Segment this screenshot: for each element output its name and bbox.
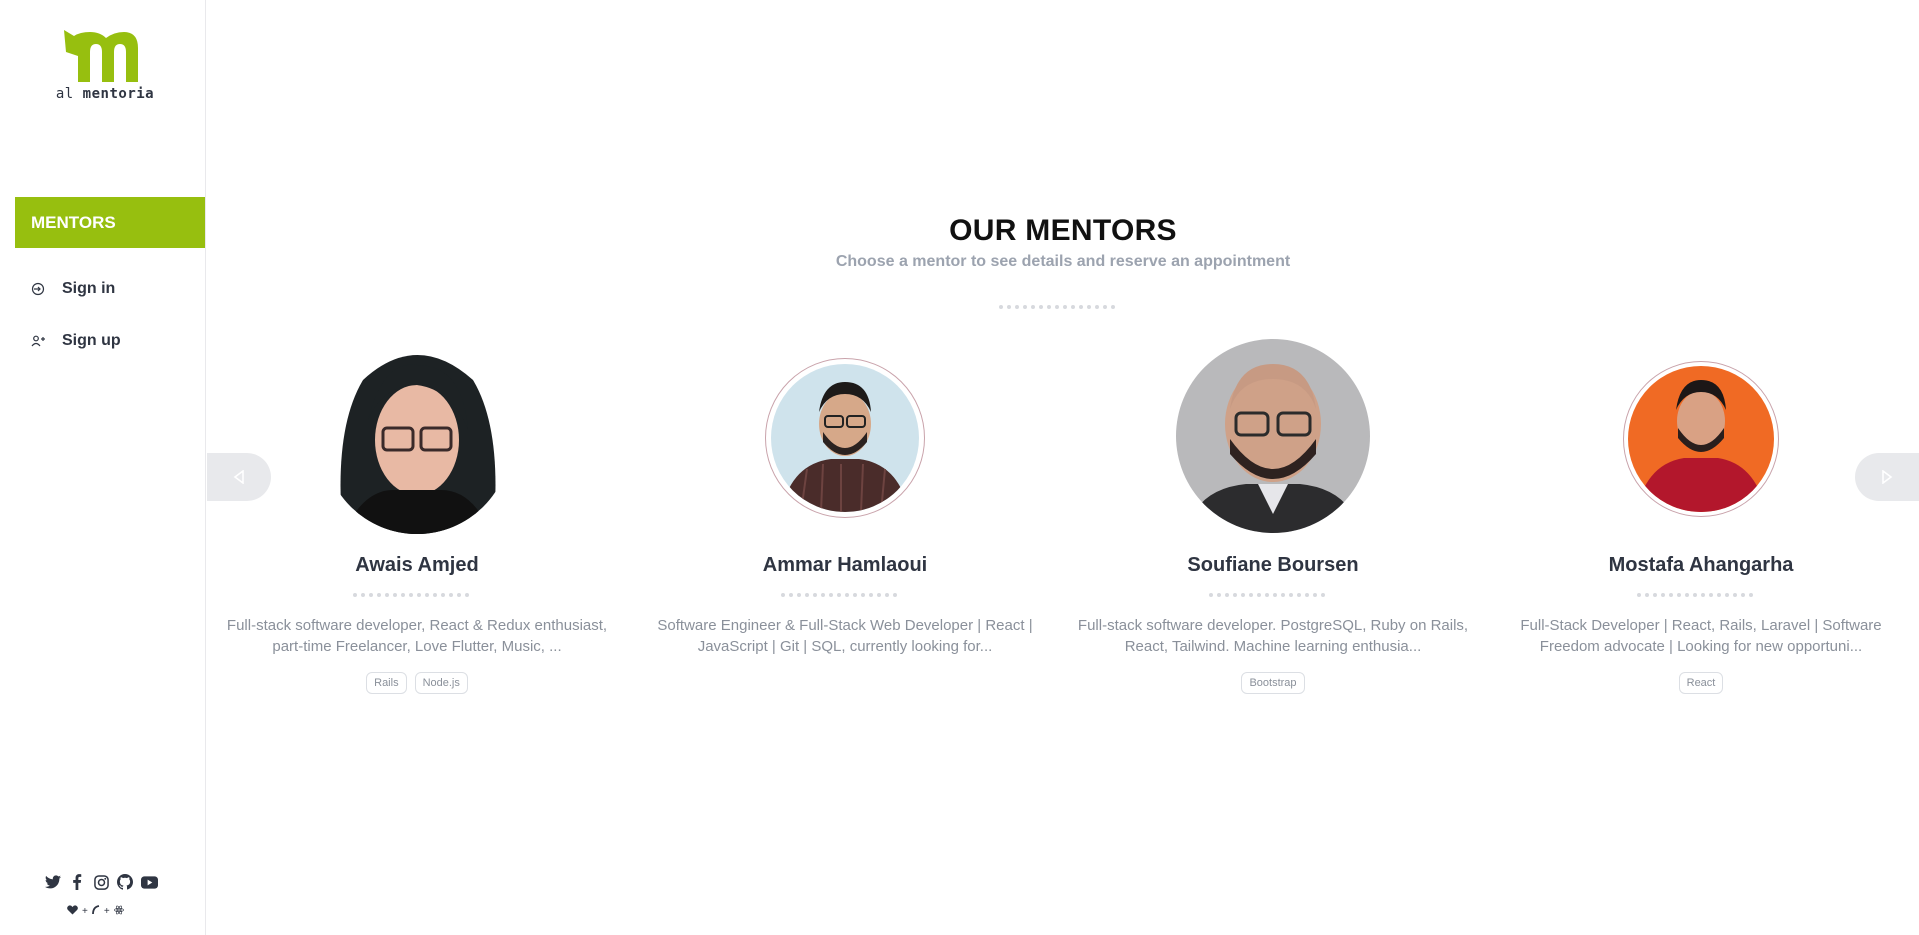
- mentor-bio: Full-Stack Developer | React, Rails, Lar…: [1520, 617, 1882, 655]
- page-title: OUR MENTORS: [949, 214, 1177, 247]
- mentor-card[interactable]: Awais Amjed Full-stack software develope…: [207, 340, 627, 694]
- mentor-tags: Bootstrap: [1063, 672, 1483, 694]
- skill-tag: Rails: [366, 672, 407, 694]
- mentor-divider: [781, 593, 897, 597]
- mentor-bio: Full-stack software developer, React & R…: [226, 617, 608, 655]
- mentor-name[interactable]: Soufiane Boursen: [1063, 554, 1483, 577]
- skill-tag: Bootstrap: [1241, 672, 1305, 694]
- logo[interactable]: al mentoria: [50, 26, 160, 110]
- page-subtitle: Choose a mentor to see details and reser…: [835, 253, 1291, 270]
- logo-text: al mentoria: [50, 86, 160, 102]
- social-links: [44, 873, 158, 891]
- mentor-divider: [353, 593, 469, 597]
- user-plus-icon: [30, 333, 46, 349]
- nav-item-sign-up[interactable]: Sign up: [30, 326, 200, 356]
- logo-prefix: al: [55, 86, 74, 102]
- nav-item-mentors[interactable]: MENTORS: [15, 197, 205, 248]
- mentor-name[interactable]: Mostafa Ahangarha: [1491, 554, 1911, 577]
- logo-mark-icon: [64, 30, 138, 82]
- mentor-card[interactable]: Mostafa Ahangarha Full-Stack Developer |…: [1491, 340, 1911, 694]
- twitter-icon[interactable]: [44, 873, 62, 891]
- skill-tag: Node.js: [414, 672, 468, 694]
- mentor-bio: Software Engineer & Full-Stack Web Devel…: [657, 617, 1033, 655]
- mentor-avatar[interactable]: [1623, 361, 1779, 517]
- heart-icon: [67, 905, 78, 918]
- nav-item-mentors-label: MENTORS: [31, 212, 116, 232]
- mentor-name[interactable]: Ammar Hamlaoui: [635, 554, 1055, 577]
- logo-name: mentoria: [82, 86, 155, 102]
- facebook-icon[interactable]: [68, 873, 86, 891]
- mentor-bio: Full-stack software developer. PostgreSQ…: [1077, 617, 1469, 655]
- nav-item-sign-in-label: Sign in: [62, 280, 116, 297]
- mentor-card[interactable]: Soufiane Boursen Full-stack software dev…: [1063, 339, 1483, 694]
- nav-item-sign-in[interactable]: Sign in: [30, 274, 200, 304]
- mentor-avatar[interactable]: [1176, 339, 1370, 533]
- plus-icon: +: [82, 906, 88, 917]
- mentor-tags: Rails Node.js: [207, 672, 627, 694]
- mentor-divider: [1209, 593, 1325, 597]
- main-content: OUR MENTORS Choose a mentor to see detai…: [207, 0, 1919, 935]
- react-icon: [113, 905, 124, 918]
- mentor-card[interactable]: Ammar Hamlaoui Software Engineer & Full-…: [635, 340, 1055, 655]
- instagram-icon[interactable]: [92, 873, 110, 891]
- skill-tag: React: [1678, 672, 1724, 694]
- mentor-avatar[interactable]: [323, 340, 511, 534]
- mentor-name[interactable]: Awais Amjed: [207, 554, 627, 577]
- github-icon[interactable]: [116, 873, 134, 891]
- mentor-tags: React: [1491, 672, 1911, 694]
- plus-icon: +: [103, 906, 110, 917]
- title-divider: [999, 305, 1115, 309]
- mentor-avatar[interactable]: [765, 358, 925, 518]
- credits: + +: [67, 905, 124, 918]
- mentor-divider: [1637, 593, 1753, 597]
- nav-item-sign-up-label: Sign up: [62, 332, 121, 349]
- rails-icon: [91, 905, 100, 918]
- sign-in-icon: [30, 281, 46, 297]
- youtube-icon[interactable]: [140, 873, 158, 891]
- sidebar: al mentoria MENTORS Sign in Sign up + +: [0, 0, 206, 935]
